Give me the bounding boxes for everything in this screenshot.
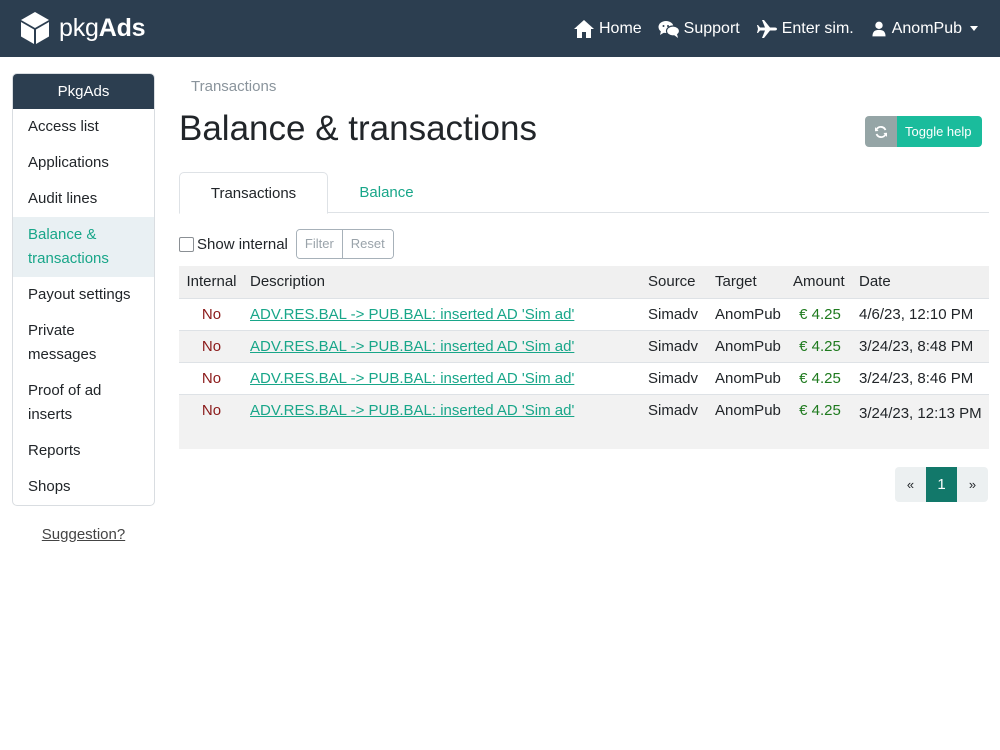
cell-source: Simadv [642,329,709,362]
user-icon [872,21,886,36]
nav-home-label: Home [598,19,642,37]
table-header-row: Internal Description Source Target Amoun… [179,266,989,298]
cell-amount: € 4.25 [787,329,853,362]
top-navbar: pkgAds Home Support Enter sim. AnomPub [0,0,1000,57]
cell-source: Simadv [642,297,709,330]
cell-description: ADV.RES.BAL -> PUB.BAL: inserted AD 'Sim… [244,329,642,362]
sidebar-item-shops[interactable]: Shops [13,469,154,505]
cell-target: AnomPub [709,361,787,394]
nav-support-label: Support [683,19,740,37]
filter-button-group: Filter Reset [295,229,394,259]
nav-enter-sim[interactable]: Enter sim. [756,19,854,39]
transaction-link[interactable]: ADV.RES.BAL -> PUB.BAL: inserted AD 'Sim… [250,402,574,419]
pagination-page-1[interactable]: 1 [926,467,957,502]
brand-name-light: pkg [59,14,99,42]
nav-support[interactable]: Support [658,19,740,39]
sidebar-title: PkgAds [13,74,154,109]
toggle-help-label: Toggle help [897,116,982,147]
column-header-amount: Amount [787,266,853,298]
suggestion-link[interactable]: Suggestion? [12,526,155,543]
filter-button[interactable]: Filter [296,230,342,258]
cell-date: 3/24/23, 8:46 PM [853,361,989,394]
cell-amount: € 4.25 [787,297,853,330]
breadcrumb[interactable]: Transactions [191,78,276,95]
sidebar-item-balance-transactions[interactable]: Balance & transactions [13,217,154,277]
show-internal-checkbox[interactable] [179,236,194,252]
pagination-next[interactable]: » [957,467,988,502]
sidebar-item-proof-of-ad-inserts[interactable]: Proof of ad inserts [13,373,154,433]
table-row: No ADV.RES.BAL -> PUB.BAL: inserted AD '… [179,393,989,449]
nav-user-menu[interactable]: AnomPub [870,19,978,39]
nav-user-label: AnomPub [891,19,962,37]
column-header-description: Description [244,266,642,298]
sidebar-item-private-messages[interactable]: Private messages [13,313,154,373]
column-header-source: Source [642,266,709,298]
cell-source: Simadv [642,393,709,449]
column-header-internal: Internal [179,266,244,298]
table-row: No ADV.RES.BAL -> PUB.BAL: inserted AD '… [179,361,989,394]
cell-internal: No [179,297,244,330]
pagination-prev[interactable]: « [895,467,926,502]
toggle-help-button[interactable]: Toggle help [865,116,982,147]
sidebar: PkgAds Access list Applications Audit li… [12,73,155,543]
cell-description: ADV.RES.BAL -> PUB.BAL: inserted AD 'Sim… [244,393,642,449]
reset-button[interactable]: Reset [341,230,393,258]
cell-amount: € 4.25 [787,393,853,449]
cell-internal: No [179,329,244,362]
brand-name-bold: Ads [98,14,146,42]
cell-target: AnomPub [709,393,787,449]
cell-date: 4/6/23, 12:10 PM [853,297,989,330]
sidebar-item-reports[interactable]: Reports [13,433,154,469]
brand-name: pkgAds [59,11,146,45]
transactions-table: Internal Description Source Target Amoun… [179,266,989,449]
package-icon [21,12,49,44]
cell-date: 3/24/23, 12:13 PM [853,393,989,449]
cell-description: ADV.RES.BAL -> PUB.BAL: inserted AD 'Sim… [244,297,642,330]
cell-target: AnomPub [709,297,787,330]
nav-menu: Home Support Enter sim. AnomPub [557,0,978,57]
cell-source: Simadv [642,361,709,394]
chat-icon [658,20,680,38]
refresh-icon [865,116,897,147]
sidebar-item-access-list[interactable]: Access list [13,109,154,145]
sidebar-item-audit-lines[interactable]: Audit lines [13,181,154,217]
cell-amount: € 4.25 [787,361,853,394]
table-row: No ADV.RES.BAL -> PUB.BAL: inserted AD '… [179,329,989,362]
table-row: No ADV.RES.BAL -> PUB.BAL: inserted AD '… [179,297,989,330]
tab-balance[interactable]: Balance [329,172,444,213]
pagination: « 1 » [895,467,988,502]
nav-enter-sim-label: Enter sim. [781,19,854,37]
cell-description: ADV.RES.BAL -> PUB.BAL: inserted AD 'Sim… [244,361,642,394]
caret-down-icon [970,26,978,31]
tab-bar: Transactions Balance [179,172,989,214]
nav-home[interactable]: Home [573,19,642,39]
column-header-date: Date [853,266,989,298]
cell-internal: No [179,393,244,449]
show-internal-label[interactable]: Show internal [197,236,288,253]
cell-internal: No [179,361,244,394]
sidebar-card: PkgAds Access list Applications Audit li… [12,73,155,506]
sidebar-item-payout-settings[interactable]: Payout settings [13,277,154,313]
tab-transactions[interactable]: Transactions [179,172,328,214]
cell-date: 3/24/23, 8:48 PM [853,329,989,362]
transaction-link[interactable]: ADV.RES.BAL -> PUB.BAL: inserted AD 'Sim… [250,370,574,387]
page-title: Balance & transactions [179,109,537,148]
sidebar-item-applications[interactable]: Applications [13,145,154,181]
cell-target: AnomPub [709,329,787,362]
transaction-link[interactable]: ADV.RES.BAL -> PUB.BAL: inserted AD 'Sim… [250,306,574,323]
home-icon [573,19,594,38]
column-header-target: Target [709,266,787,298]
transaction-link[interactable]: ADV.RES.BAL -> PUB.BAL: inserted AD 'Sim… [250,338,574,355]
brand-logo[interactable]: pkgAds [20,11,146,45]
plane-icon [756,19,777,38]
filter-bar: Show internal Filter Reset [179,229,394,259]
